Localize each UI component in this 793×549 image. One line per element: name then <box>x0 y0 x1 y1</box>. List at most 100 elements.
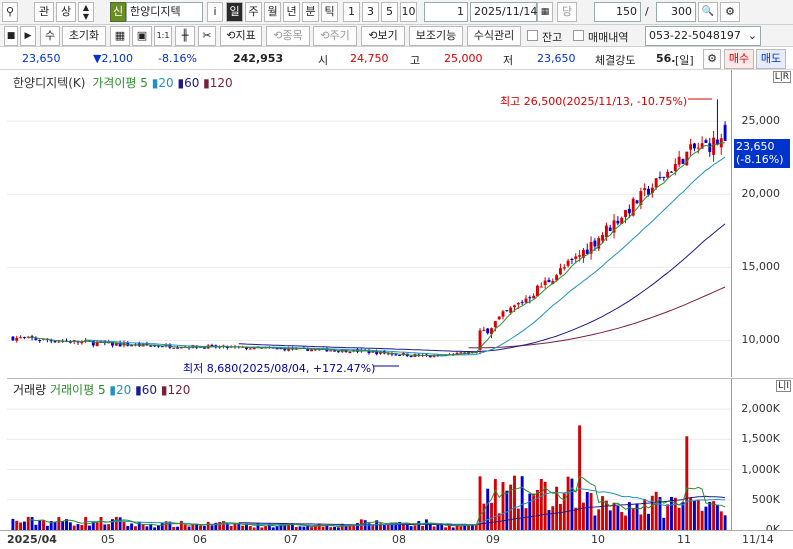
formula-button[interactable]: 수식관리 <box>467 26 521 46</box>
volume-bar <box>685 436 689 530</box>
candle-body <box>593 240 597 247</box>
legend-ma-label: 가격이평 <box>92 76 137 90</box>
volume-bar <box>160 522 164 530</box>
settings-icon[interactable]: ⚙ <box>720 2 740 22</box>
volume-bar <box>593 515 597 530</box>
volume-chart-panel[interactable]: 거래량 거래이평 5 ▮20 ▮60 ▮120 <box>7 378 731 531</box>
play-icon[interactable]: ▶ <box>20 26 36 46</box>
candle-body <box>601 234 605 241</box>
candle-body <box>394 354 398 356</box>
total-count-field[interactable]: 300 <box>656 2 696 22</box>
view-count-field[interactable]: 150 <box>594 2 641 22</box>
stock-name-field[interactable]: 한양디지텍 <box>126 2 203 22</box>
volume-bar <box>574 507 578 530</box>
open-value: 24,750 <box>350 52 389 65</box>
candle-icon[interactable]: ╫ <box>175 26 195 46</box>
volume-bar <box>692 500 696 530</box>
num-button[interactable]: 수 <box>40 26 60 46</box>
candle-body <box>210 344 214 346</box>
new-button[interactable]: 신 <box>110 2 126 22</box>
volume-bar <box>501 482 505 530</box>
candle-body <box>627 208 631 214</box>
volume-bar <box>417 521 421 530</box>
volume-bar <box>68 522 72 530</box>
balance-checkbox[interactable] <box>527 30 538 41</box>
view-button[interactable]: ⟲보기 <box>361 26 405 46</box>
date-tick-label: 06 <box>193 533 207 546</box>
upper-button[interactable]: 상 <box>56 2 76 22</box>
grid-icon[interactable]: ▦ <box>110 26 130 46</box>
today-button[interactable]: 당 <box>557 2 577 22</box>
spin-icon[interactable]: ▲ ▼ <box>78 2 94 22</box>
reset-button[interactable]: 초기화 <box>62 26 106 46</box>
period-tab-2[interactable]: 월 <box>264 2 281 22</box>
zoom-icon[interactable]: 🔍 <box>698 2 718 22</box>
volume-axis[interactable]: L|I 2,000K1,500K1,000K500K0K <box>731 378 793 536</box>
candle-body <box>562 267 566 269</box>
period-tab-0[interactable]: 일 <box>226 2 243 22</box>
layout-icon[interactable]: ▣ <box>132 26 152 46</box>
calendar-icon[interactable]: ▦ <box>537 2 553 22</box>
interest-button[interactable]: 관 <box>34 2 54 22</box>
period-tab-1[interactable]: 주 <box>245 2 262 22</box>
volume-bar <box>715 504 719 530</box>
candle-body <box>505 310 509 312</box>
price-chart-svg <box>7 98 731 367</box>
candle-body <box>513 305 516 308</box>
volume-bar <box>42 520 46 530</box>
volume-bar <box>608 510 612 530</box>
volume-bar <box>570 478 574 530</box>
date-tick-label: 08 <box>392 533 406 546</box>
indicator-button[interactable]: ⟲지표 <box>220 26 262 46</box>
minute-tab-5[interactable]: 5 <box>381 2 398 22</box>
stop-icon[interactable]: ■ <box>4 26 18 46</box>
candle-body <box>689 144 693 150</box>
period-tab-5[interactable]: 틱 <box>321 2 338 22</box>
trades-checkbox[interactable] <box>573 30 584 41</box>
volume-bar <box>490 502 493 530</box>
candle-body <box>670 171 673 173</box>
date-tick-label: 11/14 <box>742 533 774 546</box>
volume-bar <box>700 510 704 530</box>
volume-bar <box>22 521 26 530</box>
price-axis[interactable]: L|R 25,000 20,000 15,000 10,000 23,650 (-8.1… <box>731 70 793 377</box>
period-tab-3[interactable]: 년 <box>283 2 300 22</box>
legend-ma120: ▮120 <box>203 76 233 90</box>
sub-toolbar: ■ ▶ 수 초기화 ▦ ▣ 1:1 ╫ ✂ ⟲지표 ⟲종목 ⟲주기 ⟲보기 보조… <box>0 25 793 47</box>
aux-button[interactable]: 보조기능 <box>409 26 463 46</box>
open-label: 시 <box>318 54 329 67</box>
buy-button[interactable]: 매수 <box>724 49 754 69</box>
account-select[interactable]: 053-22-5048197 ⌄ <box>645 26 761 46</box>
period-tab-4[interactable]: 분 <box>302 2 319 22</box>
scissors-icon[interactable]: ✂ <box>198 26 216 46</box>
stock-button[interactable]: ⟲종목 <box>266 26 310 46</box>
info-button[interactable]: i <box>207 2 223 22</box>
axis-mode-icon: L|R <box>772 71 791 83</box>
minute-tab-10[interactable]: 10 <box>400 2 417 22</box>
count-field[interactable]: 1 <box>424 2 468 22</box>
candle-body <box>398 354 402 356</box>
strength-label: 체결강도 <box>595 54 636 67</box>
low-annotation: 최저 8,680(2025/08/04, +172.47%) <box>183 362 376 375</box>
legend-ma60: ▮60 <box>177 76 200 90</box>
magnifier-icon[interactable]: ⚲ <box>2 2 18 22</box>
price-tick-label: 15,000 <box>741 260 781 274</box>
candle-body <box>130 345 134 347</box>
date-tick-label: 11 <box>677 533 691 546</box>
price-legend: 한양디지텍(K) 가격이평 5 ▮20 ▮60 ▮120 <box>13 74 233 91</box>
candle-body <box>248 348 252 350</box>
gear-icon[interactable]: ⚙ <box>703 49 721 69</box>
minute-tab-1[interactable]: 1 <box>343 2 360 22</box>
volume-bar <box>647 513 650 530</box>
candle-body <box>532 295 536 299</box>
volume-tick-label: 2,000K <box>741 402 780 416</box>
cycle-button[interactable]: ⟲주기 <box>313 26 357 46</box>
candle-body <box>635 200 639 204</box>
price-chart-panel[interactable]: 한양디지텍(K) 가격이평 5 ▮20 ▮60 ▮120 최고 26,500(2… <box>7 70 731 377</box>
sell-button[interactable]: 매도 <box>756 49 786 69</box>
date-field[interactable]: 2025/11/14 <box>470 2 537 22</box>
minute-tab-3[interactable]: 3 <box>362 2 379 22</box>
volume-bar <box>524 508 528 530</box>
legend-stock-name: 한양디지텍(K) <box>13 76 86 90</box>
one-to-one-button[interactable]: 1:1 <box>154 26 172 46</box>
